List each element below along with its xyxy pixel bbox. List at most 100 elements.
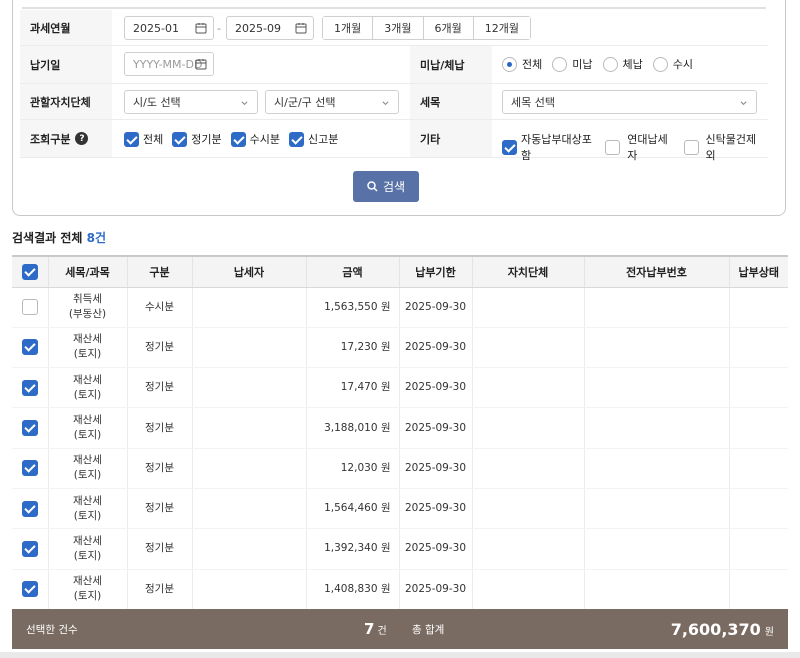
type-cell: 정기분 — [127, 528, 193, 570]
query-type-label: 조회구분 — [30, 132, 71, 146]
tax-item-cell: 재산세 (토지) — [48, 448, 128, 489]
row-checkbox[interactable] — [21, 299, 38, 316]
results-table: 세목/과목 구분 납세자 금액 납부기한 자치단체 전자납부번호 납부상태 취득… — [12, 255, 788, 610]
tax-month-from-value: 2025-01 — [133, 21, 179, 35]
radio-circle-selected[interactable] — [502, 56, 517, 72]
radio-circle[interactable] — [602, 56, 618, 72]
pay-status-cell — [729, 287, 788, 328]
tax-month-from-input[interactable]: 2025-01 — [124, 16, 214, 40]
due-date-cell: 2025-09-30 — [399, 488, 473, 530]
table-row[interactable]: 재산세 (토지) 정기분 1,392,340 원 2025-09-30 — [12, 528, 788, 570]
horizontal-scrollbar[interactable] — [0, 652, 800, 658]
tax-month-to-value: 2025-09 — [235, 21, 281, 35]
tax-item-cell: 재산세 (토지) — [48, 488, 128, 530]
type-cell: 정기분 — [127, 407, 193, 449]
row-select-cell[interactable] — [12, 488, 49, 530]
checkbox-unchecked-icon[interactable] — [605, 139, 621, 155]
table-header-row: 세목/과목 구분 납세자 금액 납부기한 자치단체 전자납부번호 납부상태 — [12, 255, 788, 288]
joint-taxpayer-checkbox[interactable]: 연대납세자 — [605, 131, 671, 163]
row-checkbox[interactable] — [21, 420, 38, 437]
row-select-cell[interactable] — [12, 287, 49, 328]
checkbox-checked-icon[interactable] — [289, 131, 304, 147]
trust-exclude-checkbox[interactable]: 신탁물건제외 — [683, 131, 760, 163]
radio-all-label: 전체 — [522, 58, 543, 71]
period-12-month-button[interactable]: 12개월 — [473, 17, 530, 39]
table-row[interactable]: 재산세 (토지) 정기분 12,030 원 2025-09-30 — [12, 448, 788, 489]
help-icon[interactable]: ? — [75, 132, 89, 145]
row-select-cell[interactable] — [12, 367, 49, 409]
epay-number-cell — [584, 488, 730, 530]
tax-name: 재산세 — [73, 373, 102, 386]
tax-month-label: 과세연월 — [20, 10, 112, 45]
row-select-cell[interactable] — [12, 569, 49, 610]
filter-row-local-gov: 관할자치단체 시/도 선택 시/군/구 선택 세목 세목 선택 — [20, 84, 768, 120]
table-row[interactable]: 재산세 (토지) 정기분 17,230 원 2025-09-30 — [12, 327, 788, 369]
type-cell: 정기분 — [127, 569, 193, 610]
table-row[interactable]: 재산세 (토지) 정기분 17,470 원 2025-09-30 — [12, 367, 788, 409]
tax-item-cell: 재산세 (토지) — [48, 528, 128, 570]
due-date-cell: 2025-09-30 — [399, 528, 473, 570]
tax-name: 재산세 — [73, 534, 102, 547]
period-1-month-button[interactable]: 1개월 — [323, 17, 374, 39]
row-checkbox[interactable] — [21, 540, 38, 557]
row-select-cell[interactable] — [12, 448, 49, 489]
tax-month-to-input[interactable]: 2025-09 — [226, 16, 314, 40]
row-checkbox[interactable] — [21, 339, 38, 356]
calendar-icon[interactable] — [295, 22, 307, 34]
radio-occasional[interactable]: 수시 — [652, 56, 693, 72]
unpaid-label: 미납/체납 — [410, 46, 492, 83]
query-type-occasional-checkbox[interactable]: 수시분 — [230, 131, 280, 147]
sido-select[interactable]: 시/도 선택 — [124, 90, 258, 114]
row-checkbox[interactable] — [21, 500, 38, 517]
query-type-report-checkbox[interactable]: 신고분 — [289, 131, 338, 147]
total-amount: 7,600,370 원 — [671, 620, 774, 639]
local-gov-cell — [472, 407, 585, 449]
row-checkbox[interactable] — [21, 379, 38, 396]
radio-circle[interactable] — [652, 56, 668, 72]
amount-cell: 1,408,830 원 — [306, 569, 400, 610]
checkbox-checked-icon[interactable] — [230, 131, 246, 147]
checkbox-unchecked-icon[interactable] — [683, 139, 699, 155]
table-row[interactable]: 재산세 (토지) 정기분 3,188,010 원 2025-09-30 — [12, 407, 788, 449]
select-all-checkbox[interactable] — [21, 263, 38, 280]
amount-cell: 17,230 원 — [306, 327, 400, 369]
row-checkbox[interactable] — [21, 460, 38, 477]
calendar-icon[interactable] — [195, 58, 207, 70]
radio-circle[interactable] — [552, 56, 568, 72]
pay-date-input[interactable]: YYYY-MM-DD — [124, 52, 214, 76]
checkbox-checked-icon[interactable] — [172, 131, 188, 147]
table-row[interactable]: 재산세 (토지) 정기분 1,564,460 원 2025-09-30 — [12, 488, 788, 530]
row-select-cell[interactable] — [12, 327, 49, 369]
radio-all[interactable]: 전체 — [502, 56, 542, 72]
table-row[interactable]: 취득세 (부동산) 수시분 1,563,550 원 2025-09-30 — [12, 287, 788, 328]
query-type-regular-checkbox[interactable]: 정기분 — [172, 131, 222, 147]
checkbox-label: 연대납세자 — [627, 133, 668, 162]
checkbox-checked-icon[interactable] — [124, 131, 139, 147]
checkbox-checked-icon[interactable] — [502, 139, 517, 155]
period-6-month-button[interactable]: 6개월 — [423, 17, 474, 39]
radio-unpaid[interactable]: 미납 — [552, 56, 593, 72]
table-row[interactable]: 재산세 (토지) 정기분 1,408,830 원 2025-09-30 — [12, 569, 788, 610]
auto-pay-checkbox[interactable]: 자동납부대상포함 — [502, 131, 593, 163]
total-label: 총 합계 — [412, 623, 445, 636]
row-select-cell[interactable] — [12, 407, 49, 449]
local-gov-label: 관할자치단체 — [20, 84, 112, 119]
radio-overdue[interactable]: 체납 — [602, 56, 643, 72]
amount-cell: 1,392,340 원 — [306, 528, 400, 570]
type-cell: 정기분 — [127, 488, 193, 530]
pay-status-cell — [729, 569, 788, 610]
checkbox-label: 정기분 — [191, 133, 222, 146]
filter-row-pay-date: 납기일 YYYY-MM-DD 미납/체납 전체 미납 체납 수시 — [20, 46, 768, 84]
col-header-amount: 금액 — [306, 255, 400, 288]
sigungu-select[interactable]: 시/군/구 선택 — [265, 90, 399, 114]
query-type-all-checkbox[interactable]: 전체 — [124, 131, 163, 147]
tax-item-select[interactable]: 세목 선택 — [502, 90, 757, 114]
row-select-cell[interactable] — [12, 528, 49, 570]
row-checkbox[interactable] — [21, 581, 38, 598]
local-gov-cell — [472, 488, 585, 530]
period-3-month-button[interactable]: 3개월 — [373, 17, 424, 39]
taxpayer-cell — [192, 327, 307, 369]
search-button[interactable]: 검색 — [353, 171, 419, 202]
calendar-icon[interactable] — [195, 22, 207, 34]
select-all-cell[interactable] — [12, 255, 49, 288]
